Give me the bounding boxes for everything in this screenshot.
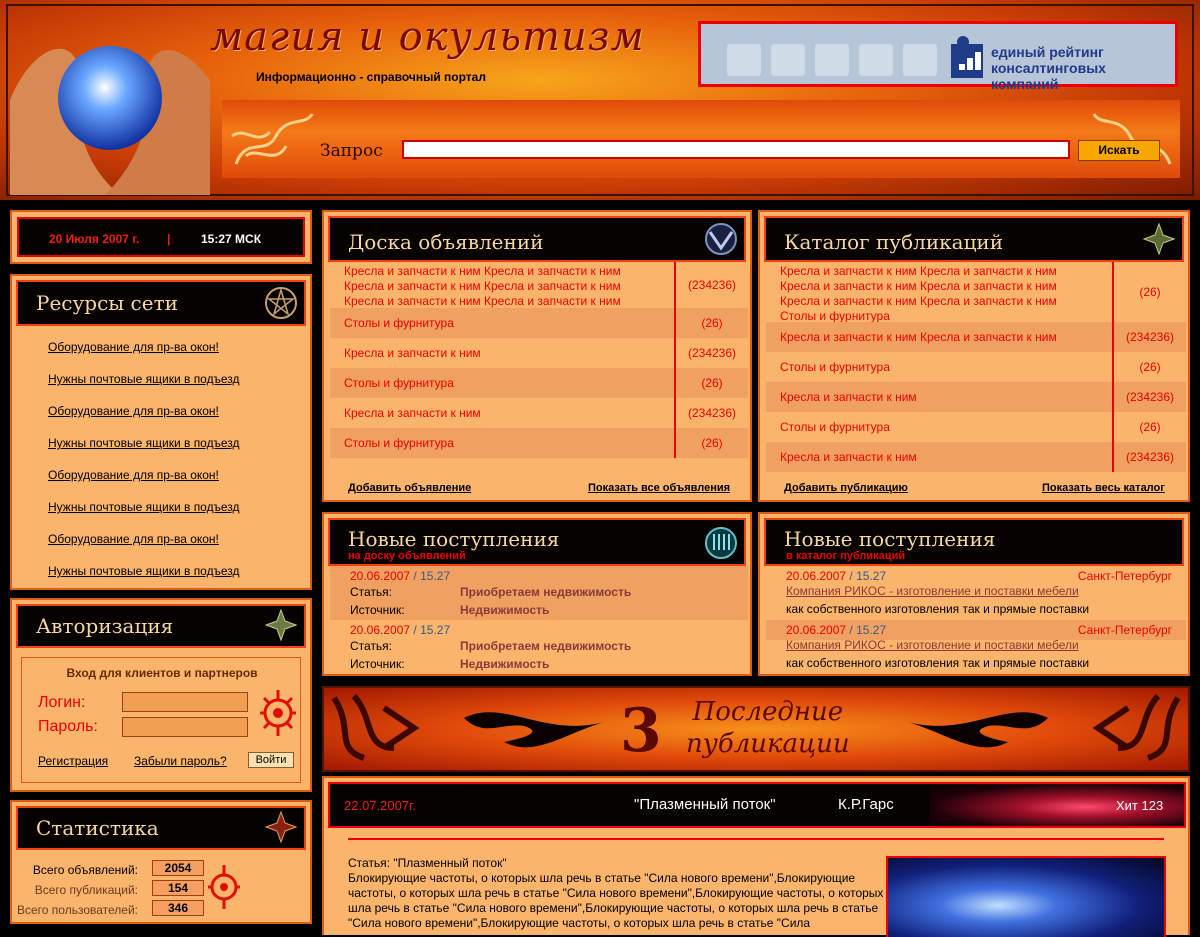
catalog-row[interactable]: Столы и фурнитура (26)	[766, 412, 1186, 442]
stats-ads-label: Всего объявлений:	[32, 863, 138, 877]
resource-link[interactable]: Оборудование для пр-ва окон!	[48, 532, 219, 546]
resource-link[interactable]: Оборудование для пр-ва окон!	[48, 468, 219, 482]
emblem-icon	[705, 223, 737, 255]
new-catalog-item[interactable]: 20.06.2007 / 15.27 Санкт-Петербург Компа…	[766, 620, 1186, 674]
board-row[interactable]: Кресла и запчасти к ним (234236)	[330, 398, 748, 428]
search-bar	[222, 100, 1180, 178]
ornament-left-icon	[331, 693, 420, 761]
search-label: Запрос	[320, 141, 383, 161]
board-title: Доска объявлений	[328, 216, 746, 262]
board-row[interactable]: Кресла и запчасти к ним Кресла и запчаст…	[330, 262, 748, 308]
article-hits: Хит 123	[1116, 798, 1164, 813]
article-title[interactable]: "Плазменный поток"	[634, 796, 776, 813]
article-panel: 22.07.2007г. "Плазменный поток" К.Р.Гарс…	[322, 776, 1190, 937]
resource-link[interactable]: Нужны почтовые ящики в подъезд	[48, 564, 239, 578]
forgot-password-link[interactable]: Забыли пароль?	[134, 754, 227, 768]
new-board-item[interactable]: 20.06.2007 / 15.27 Статья: Приобретаем н…	[330, 566, 748, 620]
board-panel: Доска объявлений Кресла и запчасти к ним…	[322, 210, 752, 502]
catalog-row[interactable]: Кресла и запчасти к ним Кресла и запчаст…	[766, 322, 1186, 352]
rating-text: единый рейтинг консалтинговых компаний	[991, 44, 1106, 92]
add-publication-link[interactable]: Добавить публикацию	[784, 482, 908, 494]
board-row[interactable]: Столы и фурнитура (26)	[330, 368, 748, 398]
crystal-ball-hands-image	[10, 46, 210, 195]
sun-emblem-icon	[208, 865, 240, 909]
article-header: 22.07.2007г. "Плазменный поток" К.Р.Гарс…	[328, 782, 1186, 828]
article-image[interactable]	[886, 856, 1166, 937]
auth-title: Авторизация	[16, 604, 306, 648]
resources-panel: Ресурсы сети Оборудование для пр-ва окон…	[10, 274, 312, 590]
emblem-icon	[264, 810, 298, 844]
rating-banner[interactable]: единый рейтинг консалтинговых компаний	[698, 21, 1178, 92]
current-time: 15:27 МСК	[201, 232, 262, 246]
ornament-right-icon	[1092, 113, 1172, 165]
catalog-row[interactable]: Столы и фурнитура (26)	[766, 352, 1186, 382]
emblem-icon	[1142, 222, 1176, 256]
resources-title: Ресурсы сети	[16, 280, 306, 326]
password-label: Пароль:	[38, 718, 98, 735]
auth-panel: Авторизация Вход для клиентов и партнеро…	[10, 598, 312, 792]
new-catalog-panel: Новые поступления в каталог публикаций 2…	[758, 512, 1190, 676]
stats-users-label: Всего пользователей:	[16, 903, 138, 917]
new-board-item[interactable]: 20.06.2007 / 15.27 Статья: Приобретаем н…	[330, 620, 748, 674]
login-heading: Вход для клиентов и партнеров	[66, 666, 258, 680]
new-catalog-item[interactable]: 20.06.2007 / 15.27 Санкт-Петербург Компа…	[766, 566, 1186, 620]
new-board-subtitle: на доску объявлений	[348, 550, 466, 562]
banner-number: 3	[620, 696, 662, 766]
site-logo[interactable]: магия и окультизм	[210, 14, 645, 60]
catalog-row[interactable]: Кресла и запчасти к ним (234236)	[766, 442, 1186, 472]
register-link[interactable]: Регистрация	[38, 754, 108, 768]
datebar-panel: 20 Июля 2007 г. | 15:27 МСК	[10, 210, 312, 264]
emblem-icon	[264, 608, 298, 642]
catalog-row[interactable]: Кресла и запчасти к ним (234236)	[766, 382, 1186, 412]
resource-link[interactable]: Нужны почтовые ящики в подъезд	[48, 372, 239, 386]
resource-link[interactable]: Оборудование для пр-ва окон!	[48, 340, 219, 354]
catalog-title: Каталог публикаций	[764, 216, 1184, 262]
article-body: Статья: "Плазменный поток" Блокирующие ч…	[348, 856, 884, 930]
login-button[interactable]: Войти	[248, 752, 294, 768]
current-date: 20 Июля 2007 г.	[49, 232, 140, 246]
resource-link[interactable]: Оборудование для пр-ва окон!	[48, 404, 219, 418]
stats-pubs-value: 154	[152, 880, 204, 896]
new-board-panel: Новые поступления на доску объявлений 20…	[322, 512, 752, 676]
datebar: 20 Июля 2007 г. | 15:27 МСК	[17, 217, 305, 257]
catalog-panel: Каталог публикаций Кресла и запчасти к н…	[758, 210, 1190, 502]
rating-logo-icon	[951, 36, 983, 78]
sun-emblem-icon	[260, 690, 296, 736]
board-row[interactable]: Кресла и запчасти к ним (234236)	[330, 338, 748, 368]
resource-link[interactable]: Нужны почтовые ящики в подъезд	[48, 436, 239, 450]
board-row[interactable]: Столы и фурнитура (26)	[330, 308, 748, 338]
search-button[interactable]: Искать	[1078, 140, 1160, 161]
stats-pubs-label: Всего публикаций:	[34, 883, 138, 897]
search-input[interactable]	[402, 140, 1070, 159]
ornament-right-icon	[1092, 693, 1181, 761]
board-row[interactable]: Столы и фурнитура (26)	[330, 428, 748, 458]
password-input[interactable]	[122, 717, 248, 737]
stats-title: Статистика	[16, 806, 306, 850]
all-ads-link[interactable]: Показать все объявления	[588, 482, 730, 494]
stats-ads-value: 2054	[152, 860, 204, 876]
ornament-left-icon	[231, 113, 314, 165]
resource-link[interactable]: Нужны почтовые ящики в подъезд	[48, 500, 239, 514]
article-author: К.Р.Гарс	[838, 796, 894, 813]
login-input[interactable]	[122, 692, 248, 712]
pentagram-emblem-icon	[265, 287, 297, 319]
catalog-row[interactable]: Кресла и запчасти к ним Кресла и запчаст…	[766, 262, 1186, 323]
new-catalog-subtitle: в каталог публикаций	[786, 550, 906, 562]
add-ad-link[interactable]: Добавить объявление	[348, 482, 471, 494]
divider	[348, 838, 1164, 840]
tribal-left-icon	[464, 712, 604, 748]
banner-text: Последние публикации	[686, 697, 850, 759]
login-label: Логин:	[38, 694, 86, 711]
latest-publications-banner: 3 Последние публикации	[322, 686, 1190, 772]
stats-users-value: 346	[152, 900, 204, 916]
site-subtitle: Информационно - справочный портал	[256, 70, 486, 84]
all-catalog-link[interactable]: Показать весь каталог	[1042, 482, 1165, 494]
emblem-icon	[705, 527, 737, 559]
article-date: 22.07.2007г.	[344, 798, 416, 813]
stats-panel: Статистика Всего объявлений: 2054 Всего …	[10, 800, 312, 924]
tribal-right-icon	[908, 712, 1048, 748]
login-form: Вход для клиентов и партнеров Логин: Пар…	[21, 657, 301, 783]
datebar-separator: |	[167, 232, 171, 246]
